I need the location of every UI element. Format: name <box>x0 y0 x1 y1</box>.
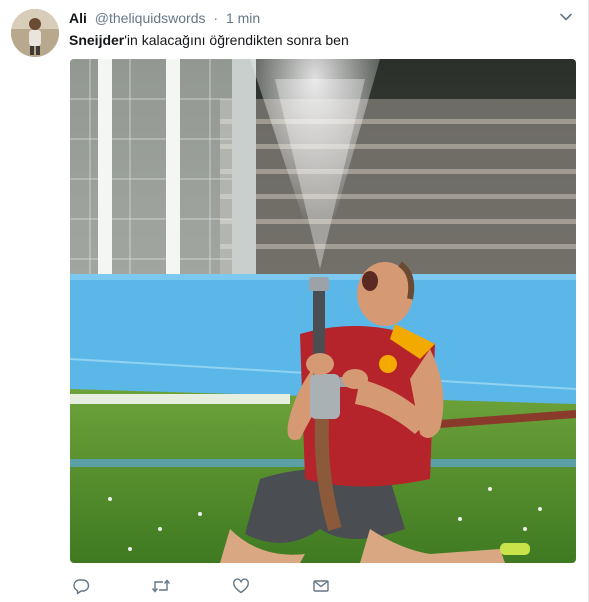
like-button[interactable] <box>230 575 252 597</box>
tweet-text: Sneijder'in kalacağını öğrendikten sonra… <box>69 31 349 49</box>
tweet-header: Ali @theliquidswords · 1 min <box>69 9 260 27</box>
timestamp[interactable]: 1 min <box>226 10 260 26</box>
tweet-card[interactable]: Ali @theliquidswords · 1 min Sneijder'in… <box>0 0 589 602</box>
tweet-text-rest: 'in kalacağını öğrendikten sonra ben <box>124 32 349 48</box>
reply-icon <box>73 579 90 595</box>
avatar[interactable] <box>11 9 59 57</box>
retweet-button[interactable] <box>150 575 172 597</box>
dm-button[interactable] <box>310 575 332 597</box>
heart-icon <box>233 578 249 594</box>
envelope-icon <box>313 580 329 592</box>
tweet-photo[interactable] <box>70 59 576 563</box>
avatar-image <box>11 9 59 57</box>
author-name[interactable]: Ali <box>69 10 87 26</box>
chevron-down-icon[interactable] <box>559 10 573 24</box>
reply-button[interactable] <box>70 575 92 597</box>
tweet-actions <box>70 575 576 599</box>
retweet-icon <box>151 579 171 593</box>
author-handle[interactable]: @theliquidswords <box>95 10 206 26</box>
separator: · <box>213 10 219 26</box>
photo-scene <box>70 59 576 563</box>
tweet-text-bold[interactable]: Sneijder <box>69 32 124 48</box>
